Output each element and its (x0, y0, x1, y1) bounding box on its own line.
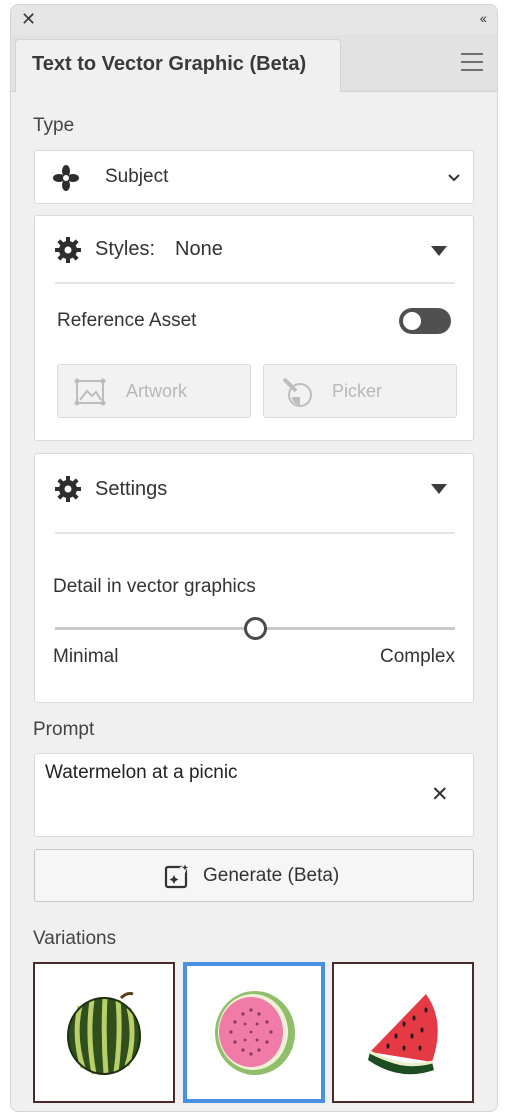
variations-label: Variations (33, 928, 117, 949)
settings-label: Settings (95, 478, 168, 500)
reference-asset-toggle[interactable] (399, 308, 451, 334)
type-dropdown[interactable]: Subject (34, 150, 474, 204)
tab-bar: Text to Vector Graphic (Beta) (11, 35, 497, 92)
prompt-input[interactable]: Watermelon at a picnic ✕ (34, 753, 474, 837)
generate-button[interactable]: Generate (Beta) (34, 849, 474, 902)
picker-button-label: Picker (332, 381, 383, 401)
variation-thumb-1[interactable] (33, 962, 175, 1103)
chevron-down-icon (448, 174, 460, 182)
collapse-icon[interactable]: ‹‹ (480, 10, 487, 26)
variation-thumb-2[interactable] (183, 962, 325, 1103)
detail-max-label: Complex (380, 646, 455, 667)
reference-asset-label: Reference Asset (57, 310, 197, 331)
detail-slider-thumb[interactable] (243, 617, 267, 640)
styles-expand-icon[interactable] (431, 246, 447, 256)
prompt-text: Watermelon at a picnic (45, 762, 238, 783)
whole-watermelon-image (67, 992, 141, 1075)
generate-button-label: Generate (Beta) (203, 865, 340, 886)
settings-expand-icon[interactable] (431, 484, 447, 494)
close-icon[interactable]: ✕ (21, 10, 36, 28)
artwork-icon (74, 378, 106, 406)
styles-label: Styles: (95, 238, 156, 260)
subject-icon (53, 165, 79, 191)
gear-icon (55, 237, 81, 263)
clear-prompt-icon[interactable]: ✕ (431, 782, 449, 807)
settings-divider (55, 532, 455, 534)
gear-icon (55, 476, 81, 502)
generate-sparkle-icon (164, 862, 191, 889)
styles-value: None (175, 238, 223, 260)
panel-menu-icon[interactable] (461, 53, 483, 77)
watermelon-slice-round-image (215, 991, 295, 1075)
artwork-button-label: Artwork (126, 381, 188, 401)
styles-divider (55, 282, 455, 284)
type-selected-value: Subject (105, 166, 169, 187)
panel-titlebar: ✕ ‹‹ (11, 5, 497, 35)
picker-icon (282, 377, 312, 407)
variation-thumb-3[interactable] (332, 962, 474, 1103)
tab-text-to-vector[interactable]: Text to Vector Graphic (Beta) (15, 39, 341, 92)
artwork-button[interactable]: Artwork (57, 364, 251, 418)
styles-section: Styles: None Reference Asset Artwork Pic… (34, 215, 474, 441)
toggle-knob (401, 310, 423, 332)
prompt-label: Prompt (33, 719, 95, 740)
detail-label: Detail in vector graphics (53, 576, 256, 597)
detail-min-label: Minimal (53, 646, 119, 667)
picker-button[interactable]: Picker (263, 364, 457, 418)
settings-section: Settings Detail in vector graphics Minim… (34, 453, 474, 703)
type-label: Type (33, 115, 75, 136)
watermelon-wedge-image (368, 994, 438, 1075)
text-to-vector-panel: ✕ ‹‹ Text to Vector Graphic (Beta) Type … (10, 4, 498, 1112)
